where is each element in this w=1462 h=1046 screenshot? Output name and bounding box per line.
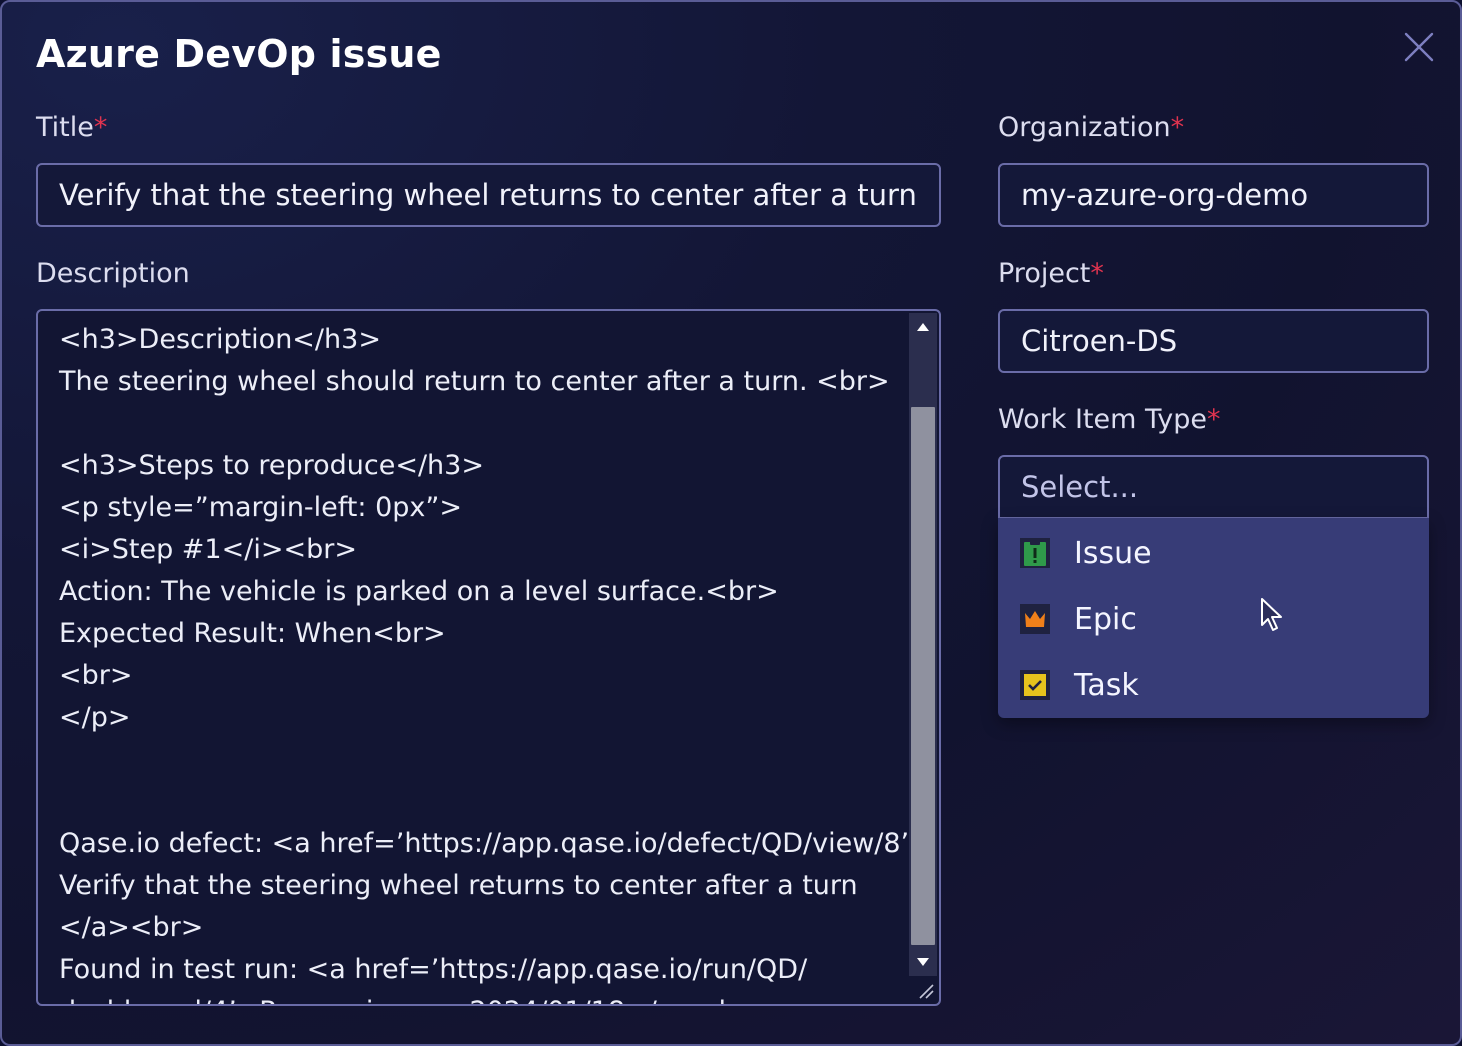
description-textarea[interactable]: <h3>Description</h3> The steering wheel … (36, 309, 941, 1006)
option-issue-label: Issue (1074, 535, 1152, 571)
option-epic[interactable]: Epic (998, 586, 1429, 652)
project-label-text: Project (998, 258, 1091, 289)
description-scrollbar[interactable] (909, 313, 937, 976)
azure-devops-issue-dialog: Azure DevOp issue Title* Verify that the… (0, 0, 1462, 1046)
project-input[interactable]: Citroen-DS (998, 309, 1429, 373)
organization-input[interactable]: my-azure-org-demo (998, 163, 1429, 227)
work-item-type-label-text: Work Item Type (998, 404, 1208, 435)
project-label: Project* (998, 258, 1104, 289)
work-item-type-placeholder: Select... (1021, 470, 1139, 504)
description-label: Description (36, 258, 190, 289)
scroll-down-button[interactable] (909, 950, 937, 974)
close-icon (1404, 32, 1434, 62)
organization-label: Organization* (998, 112, 1184, 143)
description-text: <h3>Description</h3> The steering wheel … (59, 324, 932, 1004)
work-item-type-dropdown: Issue Epic Task (998, 518, 1429, 718)
title-input-value: Verify that the steering wheel returns t… (59, 178, 917, 212)
project-input-value: Citroen-DS (1021, 324, 1178, 358)
scrollbar-thumb[interactable] (911, 407, 935, 945)
required-mark: * (93, 112, 108, 143)
close-button[interactable] (1400, 28, 1438, 66)
option-issue[interactable]: Issue (998, 520, 1429, 586)
dialog-title: Azure DevOp issue (36, 32, 442, 76)
option-task[interactable]: Task (998, 652, 1429, 718)
organization-label-text: Organization (998, 112, 1171, 143)
title-input[interactable]: Verify that the steering wheel returns t… (36, 163, 941, 227)
title-label: Title* (36, 112, 107, 143)
resize-handle-icon[interactable] (915, 980, 935, 1000)
work-item-type-label: Work Item Type* (998, 404, 1221, 435)
mouse-pointer-icon (1261, 598, 1282, 631)
required-mark: * (1090, 258, 1104, 289)
scroll-down-arrow-icon (917, 958, 929, 966)
issue-clipboard-icon (1020, 538, 1050, 568)
option-epic-label: Epic (1074, 601, 1137, 637)
task-checkbox-icon (1020, 670, 1050, 700)
required-mark: * (1207, 404, 1221, 435)
required-mark: * (1170, 112, 1185, 143)
title-label-text: Title (36, 112, 94, 143)
option-task-label: Task (1074, 667, 1139, 703)
scroll-up-arrow-icon (917, 323, 929, 331)
work-item-type-select[interactable]: Select... (998, 455, 1429, 519)
scroll-up-button[interactable] (909, 315, 937, 339)
organization-input-value: my-azure-org-demo (1021, 178, 1309, 212)
description-label-text: Description (36, 258, 190, 289)
epic-crown-icon (1020, 604, 1050, 634)
